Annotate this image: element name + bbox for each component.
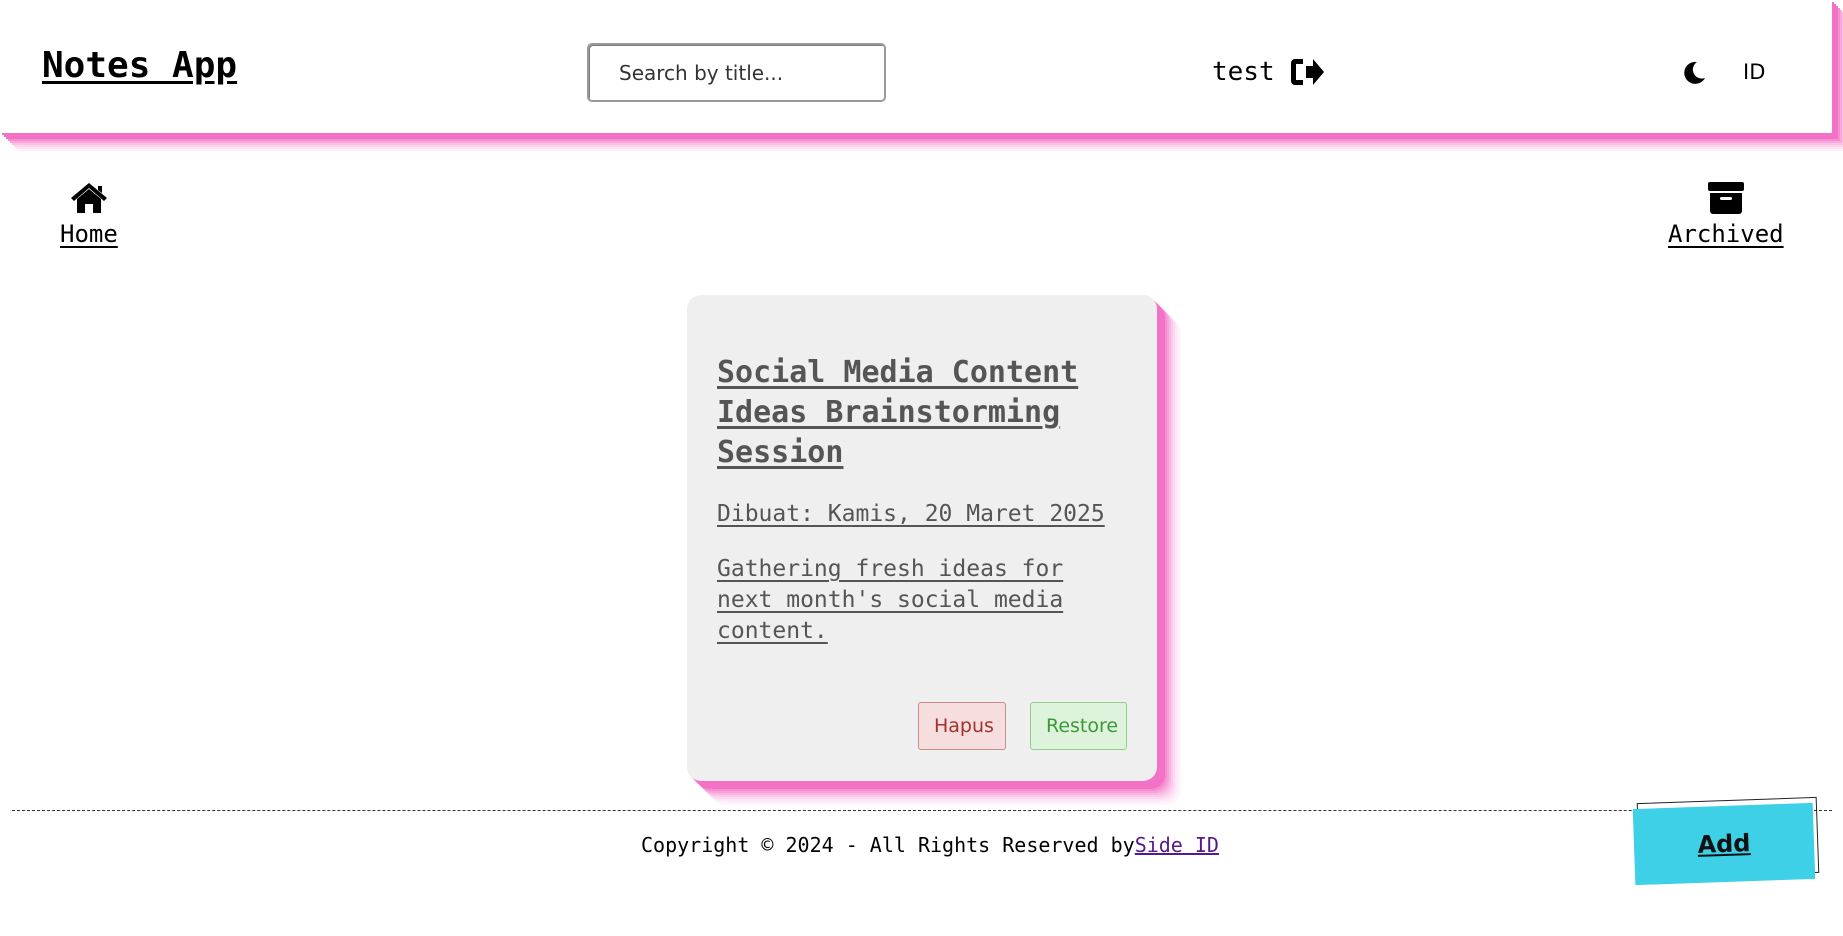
restore-button[interactable]: Restore xyxy=(1030,702,1127,750)
note-title[interactable]: Social Media Content Ideas Brainstorming… xyxy=(717,353,1127,473)
note-card: Social Media Content Ideas Brainstorming… xyxy=(687,295,1157,781)
user-name: test xyxy=(1212,57,1275,87)
app-header: Notes App test ID xyxy=(0,0,1832,133)
nav-home[interactable]: Home xyxy=(60,180,118,248)
nav-archived-label: Archived xyxy=(1668,220,1784,248)
home-icon xyxy=(69,180,109,216)
delete-button[interactable]: Hapus xyxy=(918,702,1006,750)
add-note-button[interactable]: Add xyxy=(1632,802,1816,886)
archive-icon xyxy=(1706,180,1746,216)
add-button-wrapper: Add xyxy=(1632,796,1820,886)
note-body: Gathering fresh ideas for next month's s… xyxy=(717,556,1064,644)
logout-icon[interactable] xyxy=(1289,56,1325,88)
nav-home-label: Home xyxy=(60,220,118,248)
footer-copyright: Copyright © 2024 - All Rights Reserved b… xyxy=(641,833,1135,857)
user-area: test xyxy=(1212,56,1325,88)
footer-divider xyxy=(12,810,1832,811)
search-input[interactable] xyxy=(587,43,886,102)
footer-link[interactable]: Side ID xyxy=(1135,833,1219,857)
language-toggle[interactable]: ID xyxy=(1743,60,1765,84)
note-actions: Hapus Restore xyxy=(918,702,1127,750)
moon-icon[interactable] xyxy=(1679,58,1709,88)
nav-archived[interactable]: Archived xyxy=(1668,180,1784,248)
note-date: Dibuat: Kamis, 20 Maret 2025 xyxy=(717,501,1105,527)
footer: Copyright © 2024 - All Rights Reserved b… xyxy=(641,833,1219,857)
app-brand[interactable]: Notes App xyxy=(42,48,237,84)
